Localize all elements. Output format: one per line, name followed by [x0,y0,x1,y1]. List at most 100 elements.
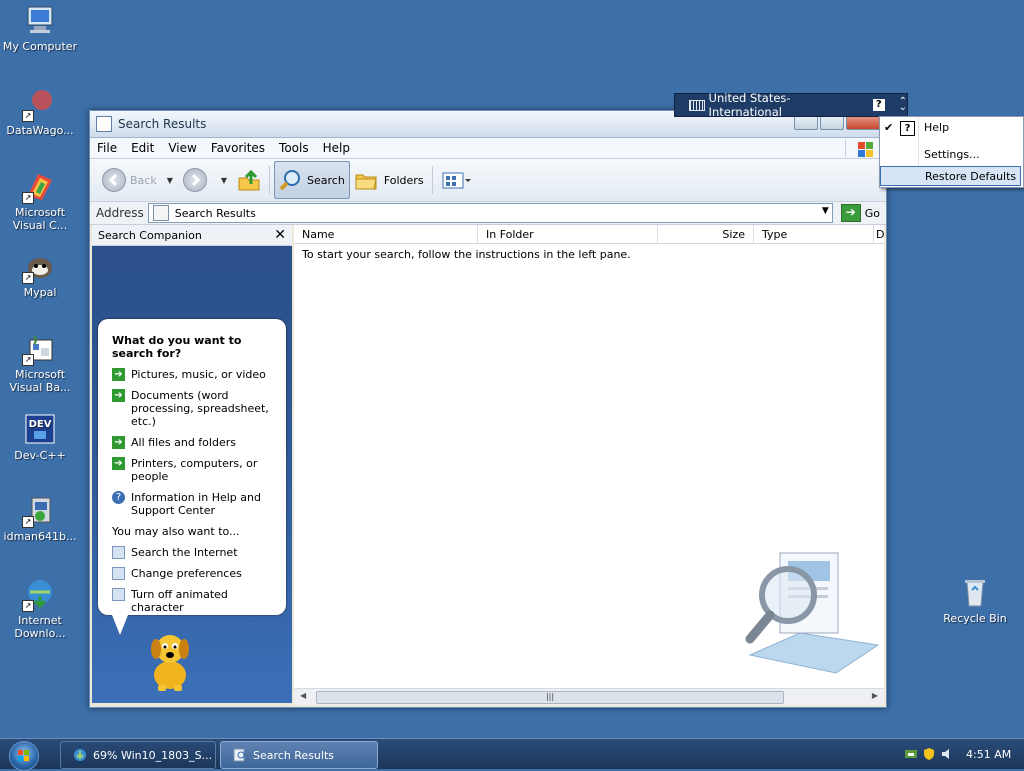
search-question: What do you want to search for? [112,334,242,360]
forward-history-dropdown[interactable]: ▼ [221,176,227,185]
column-type[interactable]: Type [754,225,874,243]
language-bar-menu: ✔ ? Help Settings... Restore Defaults [879,116,1024,188]
desktop-icon-label: idman641b... [3,530,77,543]
desktop-icon-recycle-bin[interactable]: Recycle Bin [936,576,1014,625]
back-history-dropdown[interactable]: ▼ [167,176,173,185]
shortcut-arrow-icon: ↗ [22,110,34,122]
search-assistant-bubble: What do you want to search for? ➔ Picture… [98,319,286,635]
search-results-icon [233,748,247,762]
taskbar-button-download[interactable]: 69% Win10_1803_S... [60,741,216,769]
up-folder-button[interactable] [233,162,265,198]
menu-edit[interactable]: Edit [124,141,161,155]
results-column-header: Name In Folder Size Type D [294,225,884,244]
address-value: Search Results [174,206,256,220]
language-bar-help-icon[interactable]: ? [872,99,885,111]
address-bar: Address Search Results ▼ ➔ Go [90,202,886,225]
option-all-files[interactable]: ➔ All files and folders [112,436,278,449]
idm-installer-icon: ↗ [22,494,56,528]
views-button[interactable] [437,162,475,198]
option-change-preferences[interactable]: Change preferences [112,567,278,580]
preferences-icon [112,567,125,580]
mypal-icon: ↗ [22,250,56,284]
desktop-icon-visual-basic[interactable]: ↗ Microsoft Visual Ba... [1,332,79,394]
menu-item-help[interactable]: ✔ ? Help [880,118,1021,138]
folders-label: Folders [383,173,424,187]
computer-icon [24,4,56,36]
search-button[interactable]: Search [274,161,350,199]
menu-item-label: Help [924,121,950,134]
network-icon[interactable] [904,747,918,761]
green-arrow-icon: ➔ [112,389,125,402]
toolbar-separator [431,166,433,194]
close-pane-icon[interactable]: ✕ [274,227,286,243]
option-documents[interactable]: ➔ Documents (word processing, spreadsheet… [112,389,278,428]
taskbar-button-label: 69% Win10_1803_S... [93,748,213,762]
clock[interactable]: 4:51 AM [966,748,1011,761]
desktop-icon-devcpp[interactable]: DEV Dev-C++ [1,413,79,462]
menu-item-label: Settings... [924,148,980,161]
also-want-label: You may also want to... [112,525,240,538]
windows-logo-icon [845,139,882,157]
help-icon: ? [900,121,915,136]
option-label: Change preferences [131,567,242,580]
start-button[interactable] [9,741,39,771]
language-label[interactable]: United States-International [709,91,859,119]
option-label: Printers, computers, or people [131,457,258,483]
green-arrow-icon: ➔ [112,457,125,470]
download-manager-icon [73,748,87,762]
system-tray: 4:51 AM [904,739,1024,769]
keyboard-icon [689,99,705,111]
option-search-internet[interactable]: Search the Internet [112,546,278,559]
scrollbar-thumb[interactable]: ||| [316,691,784,704]
back-button[interactable]: Back [98,162,161,198]
desktop-icon-my-computer[interactable]: My Computer [1,4,79,53]
option-printers[interactable]: ➔ Printers, computers, or people [112,457,278,483]
results-hint: To start your search, follow the instruc… [302,248,631,261]
address-dropdown-icon[interactable]: ▼ [822,206,829,216]
search-internet-icon [112,546,125,559]
search-icon [279,170,301,191]
back-label: Back [130,173,157,187]
taskbar-button-search-results[interactable]: Search Results [220,741,378,769]
desktop-icon-label: DataWago... [6,124,74,137]
search-dog-icon[interactable] [144,627,196,693]
forward-button[interactable] [179,162,215,198]
horizontal-scrollbar[interactable]: ◀ ||| ▶ [294,688,884,705]
desktop-icon-mypal[interactable]: ↗ Mypal [1,250,79,299]
desktop-icon-visual-c[interactable]: ↗ Microsoft Visual C... [1,170,79,232]
desktop-icon-label: Recycle Bin [943,612,1007,625]
menu-file[interactable]: File [90,141,124,155]
column-size[interactable]: Size [658,225,754,243]
menu-tools[interactable]: Tools [272,141,316,155]
scroll-left-icon[interactable]: ◀ [300,691,306,700]
column-name[interactable]: Name [294,225,478,243]
address-input[interactable]: Search Results ▼ [147,203,833,223]
column-date[interactable]: D [874,225,884,243]
desktop-icon-label: Microsoft Visual C... [12,206,68,232]
option-pictures[interactable]: ➔ Pictures, music, or video [112,368,278,381]
go-button[interactable]: ➔ Go [840,204,880,222]
option-label: Information in Help and Support Center [131,491,261,517]
taskbar: 69% Win10_1803_S... Search Results 4:51 … [0,738,1024,771]
menu-item-label: Restore Defaults [925,170,1017,183]
language-bar-options-icon[interactable]: ⌃ ⌄ [899,97,907,113]
menu-help[interactable]: Help [316,141,357,155]
search-companion-header: Search Companion ✕ [92,225,292,246]
desktop-icon-idm-installer[interactable]: ↗ idman641b... [1,494,79,543]
option-turn-off-character[interactable]: Turn off animated character [112,588,278,614]
menu-favorites[interactable]: Favorites [204,141,272,155]
folders-button[interactable]: Folders [350,162,428,198]
back-arrow-icon [102,168,126,192]
menu-view[interactable]: View [161,141,203,155]
desktop-icon-idm[interactable]: ↗ Internet Downlo... [1,578,79,640]
desktop-icon-datawagon[interactable]: ↗ DataWago... [1,88,79,137]
scroll-right-icon[interactable]: ▶ [872,691,878,700]
security-shield-icon[interactable] [922,747,936,761]
folders-icon [355,174,377,190]
volume-icon[interactable] [940,747,954,761]
column-in-folder[interactable]: In Folder [478,225,658,243]
menu-item-restore-defaults[interactable]: Restore Defaults [880,166,1021,186]
option-help-center[interactable]: ? Information in Help and Support Center [112,491,278,517]
windows-flag-icon [18,750,29,761]
menu-item-settings[interactable]: Settings... [880,145,1021,165]
